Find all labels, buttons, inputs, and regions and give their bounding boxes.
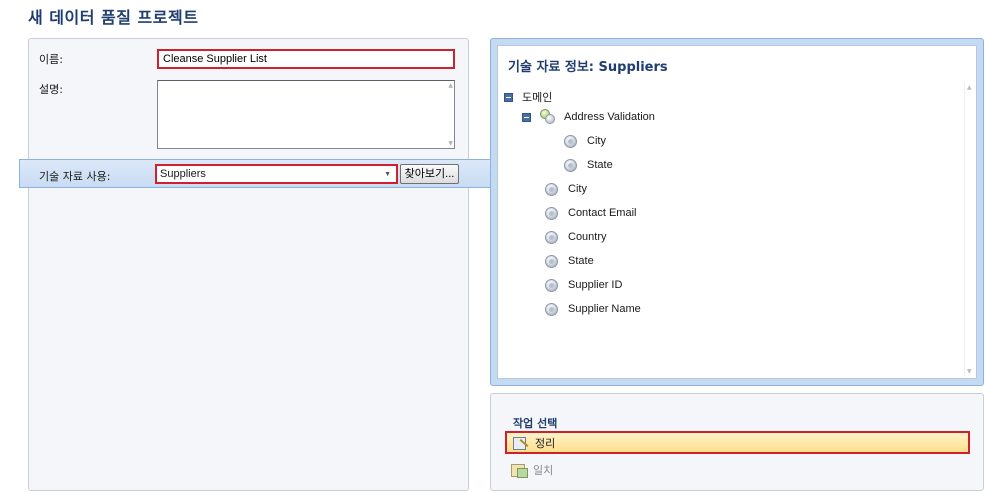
knowledge-base-selected-value: Suppliers [160, 168, 206, 180]
knowledge-base-info-content: 기술 자료 정보: Suppliers 도메인 Address Validati… [497, 45, 977, 379]
activity-match-item[interactable]: 일치 [505, 459, 970, 481]
scroll-up-arrow-icon[interactable]: ▲ [967, 84, 972, 91]
tree-node-domains[interactable]: 도메인 [504, 88, 552, 106]
chevron-down-icon[interactable]: ▼ [384, 168, 391, 181]
select-activity-title: 작업 선택 [513, 417, 558, 430]
tree-node-supplier-name[interactable]: Supplier Name [545, 300, 641, 318]
domain-node-icon [545, 230, 558, 244]
tree-node-state[interactable]: State [545, 252, 594, 270]
page-title: 새 데이터 품질 프로젝트 [28, 8, 199, 27]
match-icon [511, 463, 528, 478]
tree-node-label: 도메인 [522, 92, 553, 104]
use-knowledge-base-row: 기술 자료 사용: Suppliers ▼ 찾아보기... [19, 159, 493, 188]
cleanse-icon [513, 436, 529, 450]
tree-node-country[interactable]: Country [545, 228, 607, 246]
tree-node-supplier-id[interactable]: Supplier ID [545, 276, 622, 294]
description-label: 설명: [39, 83, 63, 96]
tree-node-label: City [587, 135, 606, 147]
knowledge-base-info-title: 기술 자료 정보: Suppliers [508, 60, 668, 75]
activity-label: 정리 [535, 436, 556, 450]
name-label: 이름: [39, 53, 63, 66]
tree-scrollbar[interactable]: ▲ ▼ [964, 82, 975, 377]
project-form-panel: 이름: Cleanse Supplier List 설명: ▲ ▼ [28, 38, 469, 491]
domain-node-icon [545, 182, 558, 196]
description-textarea[interactable] [157, 80, 455, 149]
domain-node-icon [545, 206, 558, 220]
use-knowledge-base-label: 기술 자료 사용: [39, 170, 111, 183]
tree-node-label: Supplier ID [568, 279, 623, 291]
tree-node-label: State [587, 159, 613, 171]
tree-node-composite-state[interactable]: State [564, 156, 613, 174]
activity-cleanse-item[interactable]: 정리 [505, 431, 970, 454]
tree-node-label: Address Validation [564, 111, 655, 123]
domain-node-icon [564, 158, 577, 172]
tree-node-composite-city[interactable]: City [564, 132, 606, 150]
tree-node-contact-email[interactable]: Contact Email [545, 204, 636, 222]
name-input[interactable]: Cleanse Supplier List [157, 49, 455, 69]
tree-node-label: Contact Email [568, 207, 637, 219]
collapse-minus-icon[interactable] [522, 112, 531, 122]
knowledge-base-info-panel: 기술 자료 정보: Suppliers 도메인 Address Validati… [490, 38, 984, 386]
tree-node-label: Supplier Name [568, 303, 641, 315]
tree-node-label: Country [568, 231, 607, 243]
domain-node-icon [545, 254, 558, 268]
browse-button[interactable]: 찾아보기... [400, 164, 459, 184]
activity-label: 일치 [533, 464, 554, 477]
domain-node-icon [545, 278, 558, 292]
tree-node-label: City [568, 183, 587, 195]
knowledge-base-select[interactable]: Suppliers ▼ [155, 164, 398, 184]
collapse-minus-icon[interactable] [504, 92, 513, 102]
scroll-down-arrow-icon[interactable]: ▼ [967, 368, 972, 375]
select-activity-panel: 작업 선택 정리 일치 [490, 393, 984, 491]
composite-domain-icon [540, 109, 556, 125]
tree-node-label: State [568, 255, 594, 267]
domain-node-icon [564, 134, 577, 148]
tree-node-address-validation[interactable]: Address Validation [522, 108, 655, 126]
domain-node-icon [545, 302, 558, 316]
tree-node-city[interactable]: City [545, 180, 587, 198]
